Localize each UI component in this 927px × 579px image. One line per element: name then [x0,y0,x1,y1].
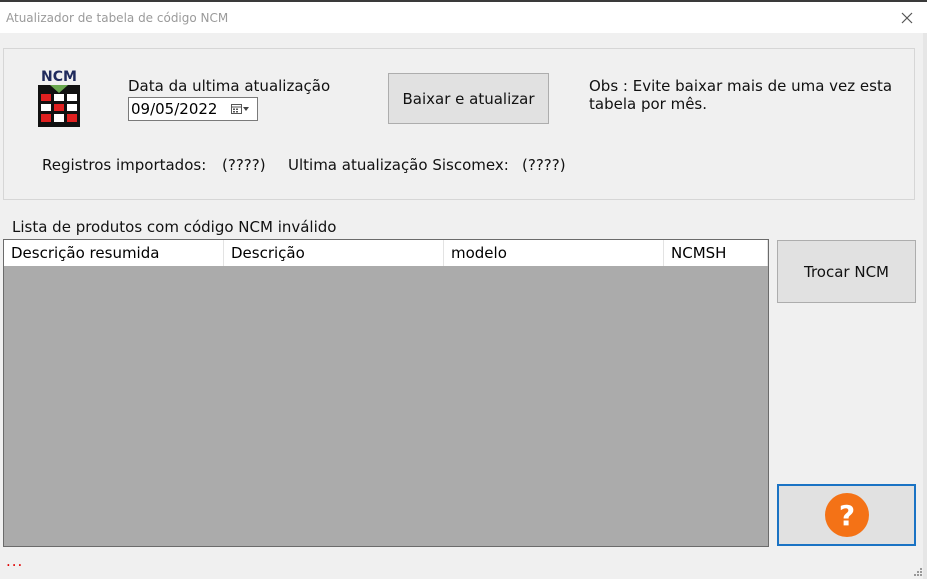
swap-ncm-button[interactable]: Trocar NCM [777,240,916,303]
grid-header: Descrição resumida Descrição modelo NCMS… [4,240,768,266]
download-update-button[interactable]: Baixar e atualizar [388,73,549,124]
date-value: 09/05/2022 [131,100,218,118]
column-header-modelo[interactable]: modelo [444,240,664,266]
resize-grip-icon[interactable] [913,567,923,577]
list-title: Lista de produtos com código NCM inválid… [12,218,337,236]
ncm-table-icon: NCM [38,69,80,127]
column-header-ncmsh[interactable]: NCMSH [664,240,768,266]
close-icon [901,12,913,23]
close-button[interactable] [887,2,927,33]
siscomex-label: Ultima atualização Siscomex: [288,156,509,174]
status-text: ... [6,552,24,570]
title-bar: Atualizador de tabela de código NCM [0,0,927,33]
help-button[interactable]: ? [777,484,916,546]
siscomex-value: (????) [522,156,566,174]
products-grid[interactable]: Descrição resumida Descrição modelo NCMS… [3,239,769,547]
window-title: Atualizador de tabela de código NCM [6,11,229,25]
date-picker[interactable]: 09/05/2022 [128,97,258,121]
logo-text: NCM [41,69,77,85]
question-icon: ? [824,493,869,537]
records-value: (????) [222,156,266,174]
update-panel [3,48,915,200]
date-label: Data da ultima atualização [128,77,331,95]
svg-text:?: ? [838,499,854,532]
records-label: Registros importados: [42,156,207,174]
window-edge [923,33,927,579]
calendar-dropdown-icon [231,104,249,114]
column-header-descricao[interactable]: Descrição [224,240,444,266]
obs-note: Obs : Evite baixar mais de uma vez esta … [589,77,893,113]
column-header-descricao-resumida[interactable]: Descrição resumida [4,240,224,266]
